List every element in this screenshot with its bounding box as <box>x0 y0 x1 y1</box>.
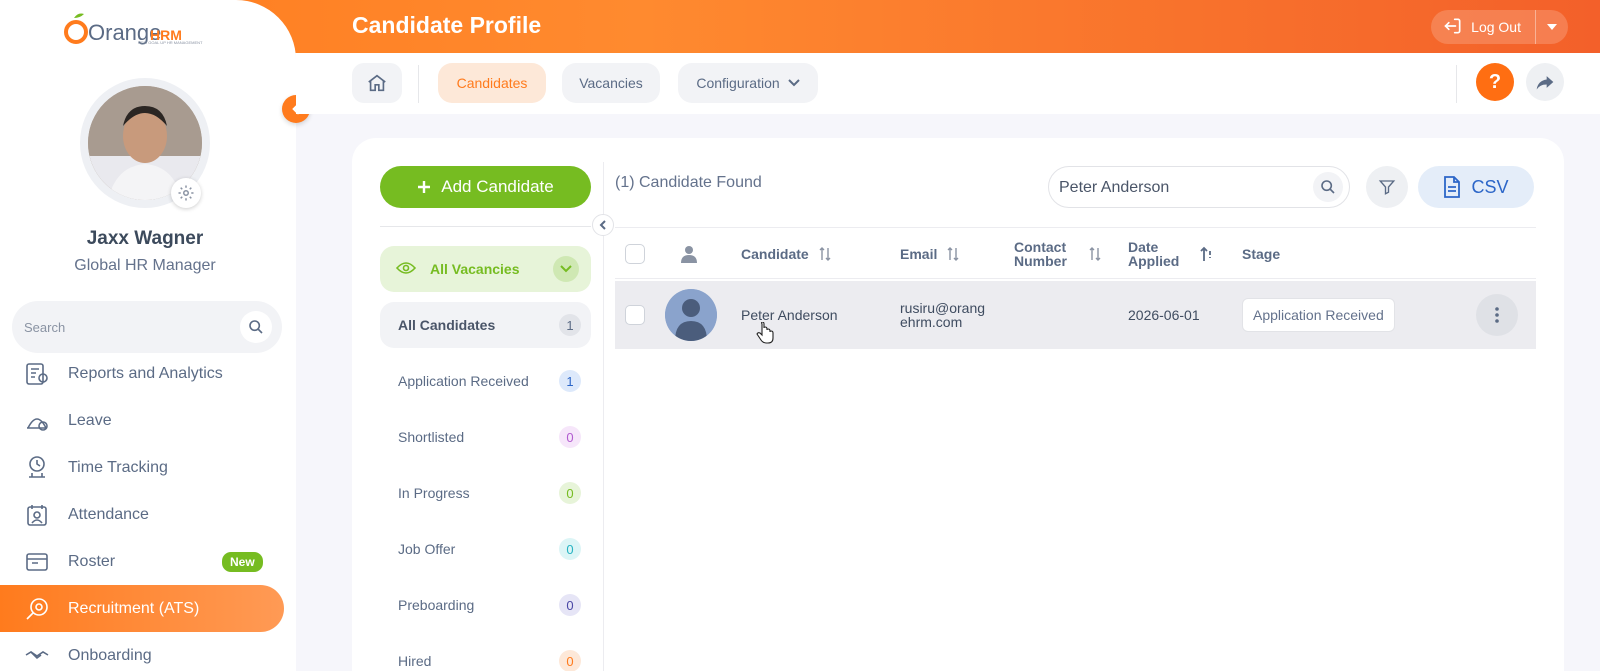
sidebar-search <box>12 301 282 353</box>
sidebar-item-leave[interactable]: Leave <box>0 397 296 444</box>
eye-icon <box>395 261 417 278</box>
time-tracking-icon <box>22 453 52 483</box>
tab-vacancies[interactable]: Vacancies <box>562 63 660 103</box>
logout-button[interactable]: Log Out <box>1431 10 1536 44</box>
sidebar-item-attendance[interactable]: Attendance <box>0 491 296 538</box>
candidates-card: Add Candidate All Vacancies All Candidat… <box>352 138 1564 671</box>
logout-group: Log Out <box>1431 10 1568 44</box>
stage-count: 0 <box>559 482 581 504</box>
roster-icon <box>22 547 52 577</box>
chevron-down-icon <box>787 79 800 87</box>
tab-configuration[interactable]: Configuration <box>678 63 818 103</box>
stage-item-hired[interactable]: Hired 0 <box>380 638 591 671</box>
logout-label: Log Out <box>1471 19 1521 35</box>
share-icon <box>1536 76 1554 90</box>
row-checkbox[interactable] <box>625 281 645 349</box>
stage-count: 0 <box>559 426 581 448</box>
sort-ascending-icon <box>1200 246 1212 261</box>
sort-icon <box>947 247 959 261</box>
sort-icon <box>819 247 831 261</box>
filter-icon <box>1378 180 1396 195</box>
candidate-search-input[interactable] <box>1059 175 1299 201</box>
page-title: Candidate Profile <box>352 12 542 38</box>
stage-count: 0 <box>559 594 581 616</box>
sidebar-item-onboarding[interactable]: Onboarding <box>0 632 296 671</box>
stage-item-shortlisted[interactable]: Shortlisted 0 <box>380 414 591 460</box>
stage-count: 0 <box>559 650 581 671</box>
results-count: (1) Candidate Found <box>615 174 762 191</box>
logout-dropdown-toggle[interactable] <box>1536 10 1568 44</box>
search-icon <box>1321 180 1335 194</box>
top-nav: Candidates Vacancies Configuration ? <box>296 53 1600 114</box>
caret-down-icon <box>1547 24 1557 30</box>
profile-settings-button[interactable] <box>171 178 201 208</box>
sidebar: Orange HRM HRM GOAL UP HR MANAGEMENT Jax… <box>0 0 296 671</box>
sidebar-item-recruitment[interactable]: Recruitment (ATS) <box>0 585 284 632</box>
candidate-search <box>1048 166 1350 208</box>
attendance-icon <box>22 500 52 530</box>
onboarding-icon <box>22 641 52 671</box>
stage-count: 1 <box>559 314 581 336</box>
user-name: Jaxx Wagner <box>86 228 204 249</box>
stage-count: 0 <box>559 538 581 560</box>
column-candidate[interactable]: Candidate <box>741 228 831 280</box>
select-all-checkbox[interactable] <box>625 228 645 280</box>
home-icon <box>368 74 386 92</box>
gear-icon <box>178 185 194 201</box>
sidebar-item-time-tracking[interactable]: Time Tracking <box>0 444 296 491</box>
row-actions-button[interactable] <box>1476 294 1518 336</box>
orangehrm-logo: Orange HRM HRM GOAL UP HR MANAGEMENT <box>62 10 232 46</box>
filter-panel-collapse-button[interactable] <box>592 214 614 236</box>
column-stage: Stage <box>1242 246 1281 262</box>
stage-count: 1 <box>559 370 581 392</box>
add-candidate-button[interactable]: Add Candidate <box>380 166 591 208</box>
candidate-date-applied: 2026-06-01 <box>1128 307 1200 323</box>
user-role: Global HR Manager <box>74 257 216 274</box>
help-icon: ? <box>1488 70 1502 93</box>
column-email[interactable]: Email <box>900 228 959 280</box>
column-date-applied[interactable]: Date Applied <box>1128 228 1213 280</box>
candidate-email: rusiru@orang ehrm.com <box>900 300 986 330</box>
tab-candidates[interactable]: Candidates <box>438 63 546 103</box>
stage-item-job-offer[interactable]: Job Offer 0 <box>380 526 591 572</box>
table-row[interactable]: Peter Anderson rusiru@orang ehrm.com 202… <box>615 281 1536 349</box>
stage-filter-list: All Candidates 1 Application Received 1 … <box>380 302 591 671</box>
recruitment-icon <box>22 594 52 624</box>
plus-icon <box>418 181 431 193</box>
sort-icon <box>1089 247 1101 261</box>
logout-icon <box>1443 16 1463 39</box>
sidebar-menu: Reports and Analytics Leave Time Trackin… <box>0 350 296 671</box>
chevron-left-icon <box>599 220 606 230</box>
stage-badge: Application Received <box>1242 298 1395 332</box>
search-icon <box>249 320 263 334</box>
sidebar-search-input[interactable] <box>24 313 234 341</box>
candidate-avatar <box>665 289 717 341</box>
stage-item-in-progress[interactable]: In Progress 0 <box>380 470 591 516</box>
column-contact-number[interactable]: Contact Number <box>1014 228 1101 280</box>
document-icon <box>1444 176 1461 198</box>
chevron-down-icon <box>553 256 579 282</box>
home-button[interactable] <box>352 63 402 103</box>
candidate-search-button[interactable] <box>1313 172 1343 202</box>
new-badge: New <box>222 552 263 572</box>
help-button[interactable]: ? <box>1476 63 1514 101</box>
vacancy-filter-dropdown[interactable]: All Vacancies <box>380 246 591 292</box>
sidebar-item-roster[interactable]: Roster New <box>0 538 296 585</box>
candidates-table-header: Candidate Email Contact Number Date Appl… <box>615 227 1536 279</box>
filter-button[interactable] <box>1366 166 1408 208</box>
sidebar-item-reports[interactable]: Reports and Analytics <box>0 350 296 397</box>
stage-item-all-candidates[interactable]: All Candidates 1 <box>380 302 591 348</box>
sidebar-search-button[interactable] <box>240 311 272 343</box>
stage-item-preboarding[interactable]: Preboarding 0 <box>380 582 591 628</box>
svg-text:HRM GOAL UP HR MANAGEMENT: HRM GOAL UP HR MANAGEMENT <box>138 40 203 45</box>
reports-icon <box>22 359 52 389</box>
share-button[interactable] <box>1526 63 1564 101</box>
stage-item-application-received[interactable]: Application Received 1 <box>380 358 591 404</box>
hand-cursor-icon <box>756 321 774 349</box>
person-icon <box>679 228 699 280</box>
leave-icon <box>22 406 52 436</box>
more-vertical-icon <box>1495 307 1499 323</box>
csv-export-button[interactable]: CSV <box>1418 166 1534 208</box>
